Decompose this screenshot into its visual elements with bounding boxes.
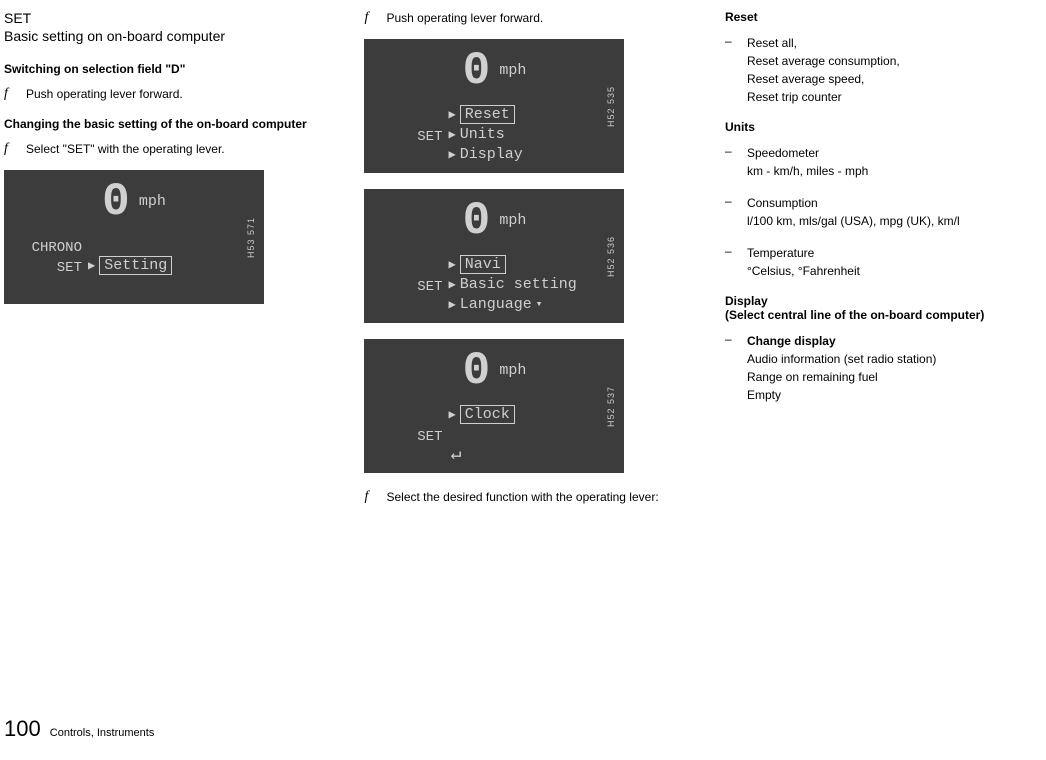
step-text: Push operating lever forward. xyxy=(26,86,344,103)
bullet-reset: – Reset all, Reset average consumption, … xyxy=(725,34,1046,106)
heading-display-sub: (Select central line of the on-board com… xyxy=(725,308,1046,322)
menu-left-set: SET xyxy=(364,277,442,297)
step-text: Select the desired function with the ope… xyxy=(386,489,704,506)
column-3: Reset – Reset all, Reset average consump… xyxy=(725,10,1046,518)
dash-icon: – xyxy=(725,34,737,48)
lcd-figure-clock: 0 mph SET ▶ Clock ↵ H52 537 xyxy=(364,339,624,473)
bullet-detail: °Celsius, °Fahrenheit xyxy=(747,262,1046,280)
heading-reset: Reset xyxy=(725,10,1046,24)
triangle-right-icon: ▶ xyxy=(448,405,455,425)
dash-icon: – xyxy=(725,194,737,208)
set-subtitle: Basic setting on on-board computer xyxy=(4,28,344,44)
dash-icon: – xyxy=(725,332,737,346)
heading-changing-basic: Changing the basic setting of the on-boa… xyxy=(4,117,344,131)
step-text: Select "SET" with the operating lever. xyxy=(26,141,344,158)
menu-selected-row: ▶ Reset xyxy=(446,105,624,125)
speed-unit: mph xyxy=(499,212,526,229)
lcd-speed: 0 mph xyxy=(4,176,264,228)
lcd-menu: CHRONO SET ▶ Setting xyxy=(4,234,264,304)
speed-unit: mph xyxy=(499,362,526,379)
bullet-temperature: – Temperature °Celsius, °Fahrenheit xyxy=(725,244,1046,280)
speed-unit: mph xyxy=(139,193,166,210)
triangle-down-icon: ▾ xyxy=(536,295,543,315)
menu-left-set: SET xyxy=(364,427,442,447)
bullet-label: Speedometer xyxy=(747,144,1046,162)
bullet-consumption: – Consumption l/100 km, mls/gal (USA), m… xyxy=(725,194,1046,230)
bullet-line: Range on remaining fuel xyxy=(747,368,1046,386)
menu-selected-row: ▶ Setting xyxy=(86,256,264,276)
speed-value: 0 xyxy=(463,45,489,97)
step-push-lever-2: f Push operating lever forward. xyxy=(364,10,704,27)
column-2: f Push operating lever forward. 0 mph SE… xyxy=(364,10,704,518)
triangle-right-icon: ▶ xyxy=(448,295,455,315)
menu-selected-label: Setting xyxy=(99,256,172,275)
back-arrow-icon: ↵ xyxy=(450,445,461,465)
bullet-label: Temperature xyxy=(747,244,1046,262)
lcd-menu-left: CHRONO SET xyxy=(4,234,86,304)
heading-units: Units xyxy=(725,120,1046,134)
lcd-figure-reset: 0 mph SET ▶ Reset ▶Units ▶Display H52 53… xyxy=(364,39,624,173)
figure-id-label: H52 536 xyxy=(606,197,620,315)
menu-item: Language xyxy=(460,295,532,315)
triangle-right-icon: ▶ xyxy=(448,275,455,295)
menu-left-set: SET xyxy=(364,127,442,147)
speed-value: 0 xyxy=(463,195,489,247)
bullet-text: Reset all, Reset average consumption, Re… xyxy=(747,34,1046,106)
menu-selected-row: ▶ Navi xyxy=(446,255,624,275)
column-1: SET Basic setting on on-board computer S… xyxy=(4,10,344,518)
bullet-line: Audio information (set radio station) xyxy=(747,350,1046,368)
triangle-right-icon: ▶ xyxy=(448,255,455,275)
bullet-detail: l/100 km, mls/gal (USA), mpg (UK), km/l xyxy=(747,212,1046,230)
dash-icon: – xyxy=(725,244,737,258)
step-marker: f xyxy=(364,10,376,26)
bullet-line: Empty xyxy=(747,386,1046,404)
step-push-lever-1: f Push operating lever forward. xyxy=(4,86,344,103)
menu-item: Display xyxy=(460,145,523,165)
bullet-detail: km - km/h, miles - mph xyxy=(747,162,1046,180)
figure-id-label: H53 571 xyxy=(246,178,260,296)
dash-icon: – xyxy=(725,144,737,158)
menu-left-set: SET xyxy=(4,258,82,278)
speed-unit: mph xyxy=(499,62,526,79)
bullet-bold-label: Change display xyxy=(747,332,1046,350)
triangle-right-icon: ▶ xyxy=(448,145,455,165)
step-marker: f xyxy=(364,489,376,505)
heading-switching-on: Switching on selection field "D" xyxy=(4,62,344,76)
step-select-function: f Select the desired function with the o… xyxy=(364,489,704,506)
bullet-change-display: – Change display Audio information (set … xyxy=(725,332,1046,404)
lcd-figure-navi: 0 mph SET ▶ Navi ▶Basic setting ▶Languag… xyxy=(364,189,624,323)
step-marker: f xyxy=(4,141,16,157)
page-number: 100 xyxy=(4,716,41,741)
heading-display: Display xyxy=(725,294,1046,308)
menu-item: Basic setting xyxy=(460,275,577,295)
menu-selected-row: ▶ Clock xyxy=(446,405,624,425)
speed-value: 0 xyxy=(463,345,489,397)
lcd-figure-setting: 0 mph CHRONO SET ▶ Setting H53 571 xyxy=(4,170,264,304)
step-marker: f xyxy=(4,86,16,102)
step-select-set: f Select "SET" with the operating lever. xyxy=(4,141,344,158)
bullet-speedometer: – Speedometer km - km/h, miles - mph xyxy=(725,144,1046,180)
triangle-right-icon: ▶ xyxy=(88,256,95,276)
menu-item: Units xyxy=(460,125,505,145)
menu-selected-label: Reset xyxy=(460,105,515,124)
menu-selected-label: Navi xyxy=(460,255,506,274)
figure-id-label: H52 537 xyxy=(606,347,620,465)
page-footer: 100 Controls, Instruments xyxy=(4,716,154,742)
figure-id-label: H52 535 xyxy=(606,47,620,165)
section-name: Controls, Instruments xyxy=(50,727,155,739)
lcd-menu-right: ▶ Setting xyxy=(86,234,264,304)
triangle-right-icon: ▶ xyxy=(448,105,455,125)
set-title: SET xyxy=(4,10,344,26)
speed-value: 0 xyxy=(102,176,128,228)
triangle-right-icon: ▶ xyxy=(448,125,455,145)
step-text: Push operating lever forward. xyxy=(386,10,704,27)
menu-left-chrono: CHRONO xyxy=(4,238,82,258)
menu-selected-label: Clock xyxy=(460,405,515,424)
bullet-label: Consumption xyxy=(747,194,1046,212)
